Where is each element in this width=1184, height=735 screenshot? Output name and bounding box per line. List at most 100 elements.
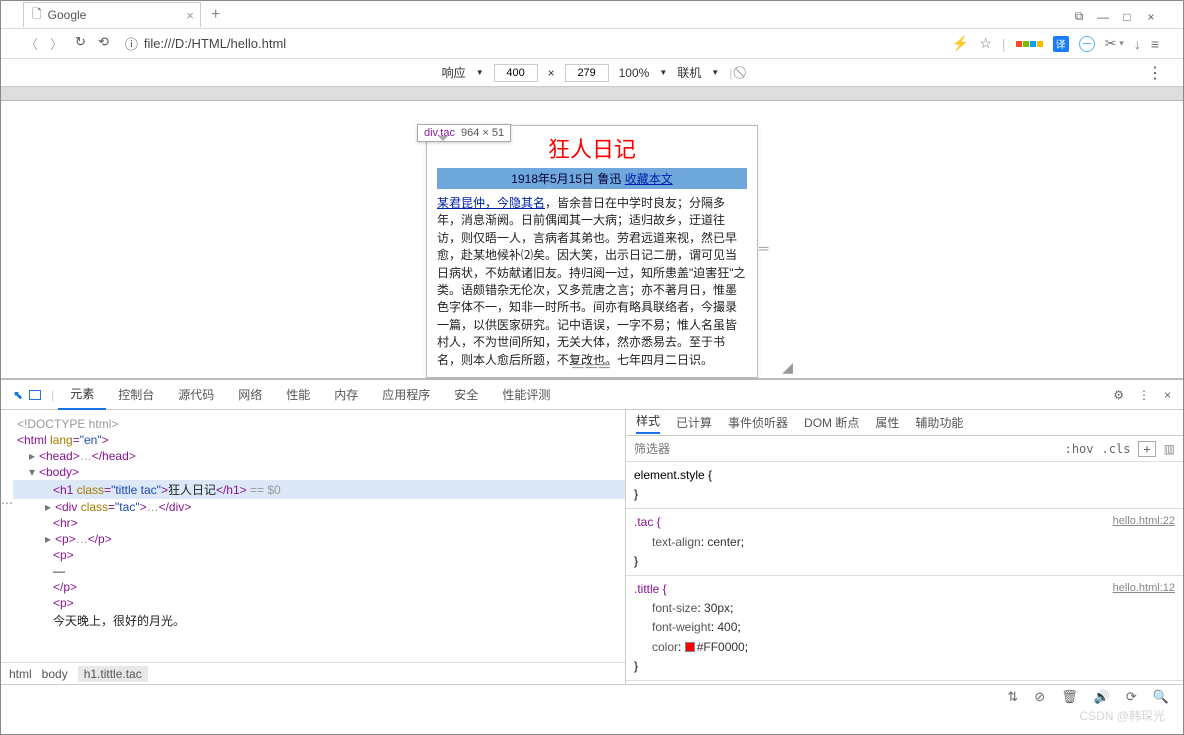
divider: | xyxy=(729,66,732,80)
ms-grid-icon[interactable] xyxy=(1016,41,1043,47)
url-text: file:///D:/HTML/hello.html xyxy=(144,36,286,51)
crumb-html[interactable]: html xyxy=(9,667,32,681)
download-icon[interactable]: ↓ xyxy=(1134,36,1141,52)
element-tooltip: div.tac 964 × 51 xyxy=(417,124,511,142)
resize-handle-right[interactable]: || xyxy=(758,246,769,251)
tab-performance[interactable]: 性能 xyxy=(274,380,322,410)
devtools-footer: ⇅ ⊘ 🗑 🔊 ⟳ 🔍 xyxy=(1,684,1183,708)
styles-tab-styles[interactable]: 样式 xyxy=(636,412,660,434)
settings-gear-icon[interactable]: ⚙ xyxy=(1113,388,1124,402)
filter-input[interactable] xyxy=(634,442,1057,456)
body-intro-link[interactable]: 某君昆仲，今隐其名 xyxy=(437,196,545,210)
source-link[interactable]: hello.html:12 xyxy=(1113,580,1175,598)
viewport-width-input[interactable] xyxy=(494,64,538,82)
styles-tab-a11y[interactable]: 辅助功能 xyxy=(915,414,963,431)
dom-html-open: <html lang="en"> xyxy=(17,433,109,447)
styles-filter: :hov .cls + ▥ xyxy=(626,436,1183,462)
color-swatch[interactable] xyxy=(685,642,695,652)
footer-icon-b[interactable]: ⊘ xyxy=(1034,689,1045,705)
url-box[interactable]: ⓘ file:///D:/HTML/hello.html xyxy=(119,33,942,55)
styles-tab-computed[interactable]: 已计算 xyxy=(676,414,712,431)
window-controls: ⧉ — □ × xyxy=(1072,9,1158,24)
viewport-height-input[interactable] xyxy=(565,64,609,82)
window-popout-icon[interactable]: ⧉ xyxy=(1072,9,1086,24)
tooltip-dimensions: 964 × 51 xyxy=(461,127,504,139)
hov-toggle[interactable]: :hov xyxy=(1065,442,1094,456)
dom-selected-line[interactable]: <h1 class="tittle tac">狂人日记</h1> == $0 xyxy=(13,480,625,499)
network-caret-icon[interactable]: ▼ xyxy=(711,68,719,77)
add-rule-button[interactable]: + xyxy=(1138,441,1155,457)
divider: | xyxy=(1002,36,1006,52)
dimension-separator: × xyxy=(548,66,555,80)
favorite-link[interactable]: 收藏本文 xyxy=(625,172,673,186)
new-tab-button[interactable]: + xyxy=(201,6,230,24)
body-text: 某君昆仲，今隐其名，皆余昔日在中学时良友；分隔多年，消息渐阙。日前偶闻其一大病；… xyxy=(437,195,747,369)
responsive-label[interactable]: 响应 xyxy=(442,64,466,81)
inspect-icon[interactable]: ⬉ xyxy=(13,388,23,402)
devtools-menu-icon[interactable]: ⋮ xyxy=(1138,388,1150,402)
bookmark-star-icon[interactable]: ☆ xyxy=(979,35,992,52)
zoom-label[interactable]: 100% xyxy=(619,66,650,80)
footer-icon-d[interactable]: 🔊 xyxy=(1094,689,1110,705)
css-rules[interactable]: element.style { } hello.html:22.tac { te… xyxy=(626,462,1183,684)
styles-tabs: 样式 已计算 事件侦听器 DOM 断点 属性 辅助功能 xyxy=(626,410,1183,436)
tab-strip: 🗋 Google × + ⧉ — □ × xyxy=(1,1,1183,29)
window-minimize-icon[interactable]: — xyxy=(1096,10,1110,24)
cls-toggle[interactable]: .cls xyxy=(1102,442,1131,456)
tab-title: Google xyxy=(48,8,87,22)
back-button[interactable]: 〈 xyxy=(25,34,38,53)
crumb-h1[interactable]: h1.tittle.tac xyxy=(78,666,148,682)
tab-application[interactable]: 应用程序 xyxy=(370,380,442,410)
tooltip-selector: div.tac xyxy=(424,127,455,139)
styles-tab-listeners[interactable]: 事件侦听器 xyxy=(728,414,788,431)
styles-tab-props[interactable]: 属性 xyxy=(875,414,899,431)
viewport: div.tac 964 × 51 狂人日记 1918年5月15日 鲁迅 收藏本文… xyxy=(1,101,1183,378)
footer-icon-e[interactable]: ⟳ xyxy=(1126,689,1137,705)
source-link[interactable]: hello.html:22 xyxy=(1113,513,1175,531)
tab-close-icon[interactable]: × xyxy=(186,8,194,23)
reload-button[interactable]: ↻ xyxy=(75,34,86,53)
footer-icon-f[interactable]: 🔍 xyxy=(1153,689,1169,705)
bolt-icon[interactable]: ⚡ xyxy=(952,35,969,52)
site-info-icon[interactable]: ⓘ xyxy=(125,34,138,53)
circle-minus-icon[interactable] xyxy=(1079,36,1095,52)
subtitle-date: 1918年5月15日 鲁迅 xyxy=(511,172,624,186)
tab-console[interactable]: 控制台 xyxy=(106,380,166,410)
tab-sources[interactable]: 源代码 xyxy=(166,380,226,410)
footer-icon-c[interactable]: 🗑 xyxy=(1061,689,1078,705)
window-maximize-icon[interactable]: □ xyxy=(1120,10,1134,24)
tab-security[interactable]: 安全 xyxy=(442,380,490,410)
forward-button[interactable]: 〉 xyxy=(50,34,63,53)
scissors-icon[interactable]: ✂ xyxy=(1105,35,1117,52)
translate-icon[interactable]: 译 xyxy=(1053,36,1069,52)
address-bar: 〈 〉 ↻ ⟲ ⓘ file:///D:/HTML/hello.html ⚡ ☆… xyxy=(1,29,1183,59)
styles-panel: 样式 已计算 事件侦听器 DOM 断点 属性 辅助功能 :hov .cls + … xyxy=(626,410,1183,684)
sidebar-toggle-icon[interactable]: ▥ xyxy=(1164,442,1175,456)
tab-elements[interactable]: 元素 xyxy=(58,380,106,410)
devtools-tabs: ⬉ | 元素 控制台 源代码 网络 性能 内存 应用程序 安全 性能评测 ⚙ ⋮… xyxy=(1,380,1183,410)
dom-doctype: <!DOCTYPE html> xyxy=(17,417,118,431)
elements-panel[interactable]: <!DOCTYPE html> <html lang="en"> ▸<head>… xyxy=(1,410,626,684)
main-menu-icon[interactable]: ≡ xyxy=(1151,36,1159,52)
device-toggle-icon[interactable] xyxy=(29,390,41,400)
crumb-body[interactable]: body xyxy=(42,667,68,681)
device-frame: div.tac 964 × 51 狂人日记 1918年5月15日 鲁迅 收藏本文… xyxy=(426,125,758,378)
window-close-icon[interactable]: × xyxy=(1144,10,1158,24)
device-toolbar: 响应 ▼ × 100% ▼ 联机 ▼ | ⃠ ⋮ xyxy=(1,59,1183,87)
zoom-caret-icon[interactable]: ▼ xyxy=(659,68,667,77)
styles-tab-dombp[interactable]: DOM 断点 xyxy=(804,414,859,431)
tab-network[interactable]: 网络 xyxy=(226,380,274,410)
network-label[interactable]: 联机 xyxy=(677,64,701,81)
home-button[interactable]: ⟲ xyxy=(98,34,109,53)
footer-icon-a[interactable]: ⇅ xyxy=(1007,689,1018,705)
breadcrumb: html body h1.tittle.tac xyxy=(1,662,625,684)
resize-corner-grip[interactable]: ◢ xyxy=(782,359,793,376)
device-menu-icon[interactable]: ⋮ xyxy=(1147,63,1163,83)
browser-tab[interactable]: 🗋 Google × xyxy=(23,2,201,27)
responsive-caret-icon[interactable]: ▼ xyxy=(476,68,484,77)
watermark: CSDN @韩琛光 xyxy=(1079,707,1165,724)
resize-handle-bottom[interactable]: ═══ xyxy=(572,358,612,376)
devtools-close-icon[interactable]: × xyxy=(1164,388,1171,402)
tab-memory[interactable]: 内存 xyxy=(322,380,370,410)
tab-audits[interactable]: 性能评测 xyxy=(490,380,562,410)
